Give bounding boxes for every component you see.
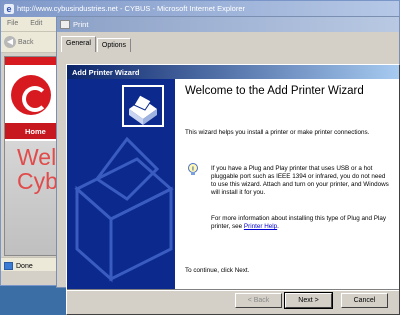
back-button[interactable]: ◀ Back xyxy=(4,36,34,48)
web-page-content: Home Wel Cybu xyxy=(4,56,64,256)
more-info-text: For more information about installing th… xyxy=(211,215,387,230)
menu-file[interactable]: File xyxy=(7,20,18,27)
wizard-continue-text: To continue, click Next. xyxy=(185,267,250,274)
info-bulb-icon: i xyxy=(188,163,198,175)
ie-title-text: http://www.cybusindustries.net - CYBUS -… xyxy=(17,4,245,13)
wizard-intro: This wizard helps you install a printer … xyxy=(185,129,370,136)
printer-watermark-icon xyxy=(67,79,175,289)
back-label: Back xyxy=(18,38,34,46)
wizard-heading: Welcome to the Add Printer Wizard xyxy=(185,85,364,97)
page-done-icon xyxy=(4,262,13,270)
cancel-button[interactable]: Cancel xyxy=(341,293,388,308)
back-button-wizard[interactable]: < Back xyxy=(235,293,282,308)
tab-options[interactable]: Options xyxy=(96,38,132,52)
menu-edit[interactable]: Edit xyxy=(30,20,42,27)
printer-help-link[interactable]: Printer Help xyxy=(244,223,277,230)
ie-titlebar[interactable]: e http://www.cybusindustries.net - CYBUS… xyxy=(1,1,399,17)
print-title-text: Print xyxy=(73,20,89,29)
tab-general[interactable]: General xyxy=(61,36,96,52)
more-info-suffix: . xyxy=(277,223,279,230)
cybus-logo-icon xyxy=(11,75,51,115)
print-tabs: General Options xyxy=(61,36,132,52)
wizard-body: Welcome to the Add Printer Wizard This w… xyxy=(67,79,399,289)
wizard-more-info: For more information about installing th… xyxy=(211,215,391,231)
back-arrow-icon: ◀ xyxy=(4,36,16,48)
next-button[interactable]: Next > xyxy=(284,292,333,309)
wizard-pnp-text: If you have a Plug and Play printer that… xyxy=(211,165,389,196)
wizard-side-graphic xyxy=(67,79,175,289)
print-titlebar[interactable]: Print xyxy=(57,17,399,32)
ie-logo-icon: e xyxy=(4,4,14,14)
status-text: Done xyxy=(16,262,33,270)
printer-icon xyxy=(60,20,70,29)
wizard-separator xyxy=(67,289,399,291)
wizard-titlebar[interactable]: Add Printer Wizard xyxy=(67,65,399,79)
add-printer-wizard: Add Printer Wizard Welcome to the Add Pr… xyxy=(66,64,400,315)
